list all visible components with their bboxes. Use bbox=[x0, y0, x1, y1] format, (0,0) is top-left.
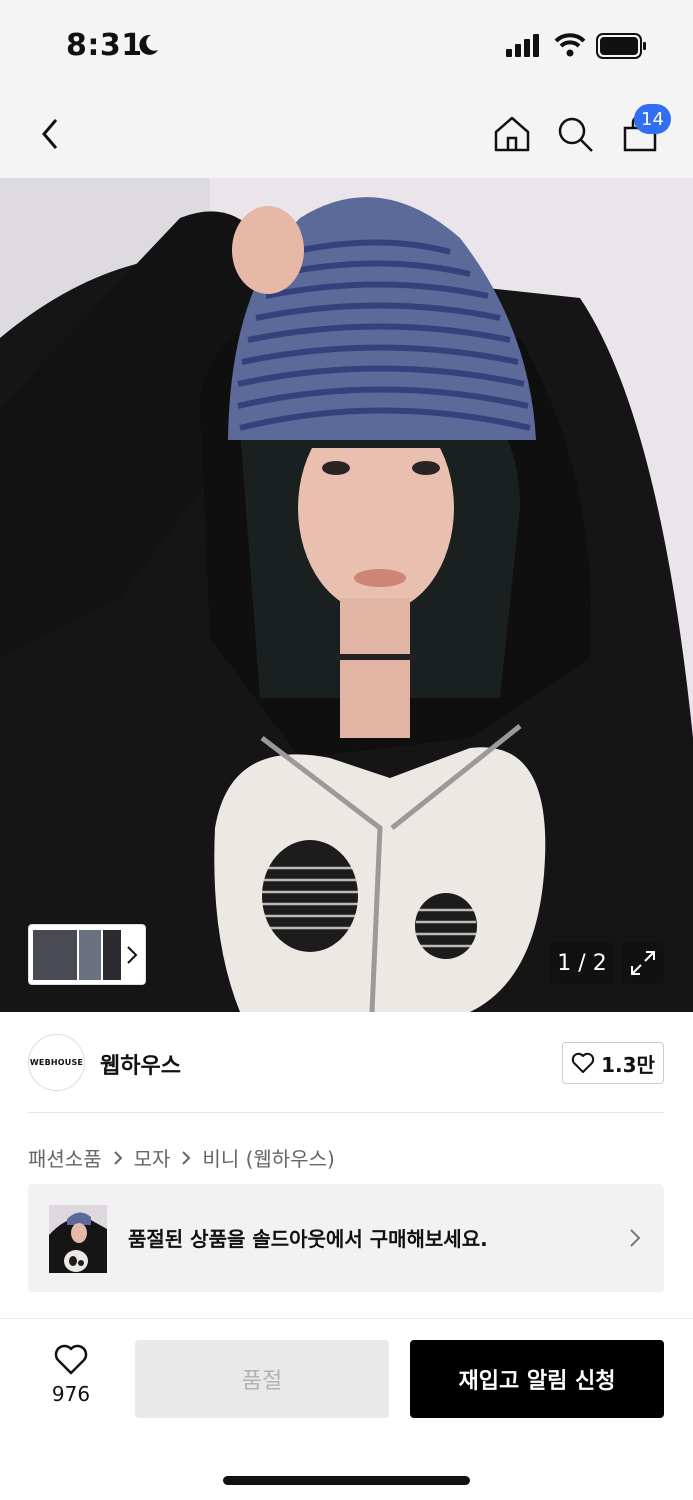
breadcrumb: 패션소품 모자 비니 (웹하우스) bbox=[28, 1143, 335, 1172]
chevron-left-icon bbox=[42, 119, 58, 149]
brand-row[interactable]: WEBHOUSE 웹하우스 1.3만 bbox=[28, 1034, 664, 1094]
heart-icon bbox=[54, 1344, 88, 1375]
chevron-right-icon bbox=[630, 1229, 641, 1247]
expand-icon bbox=[631, 951, 655, 975]
chevron-right-icon bbox=[182, 1150, 191, 1165]
cart-count-badge: 14 bbox=[634, 104, 671, 134]
chevron-right-icon bbox=[127, 946, 138, 964]
brand-like-button[interactable]: 1.3만 bbox=[562, 1042, 664, 1084]
home-indicator[interactable] bbox=[223, 1476, 470, 1485]
thumbnail-image[interactable] bbox=[103, 930, 121, 980]
status-time: 8:31 bbox=[66, 28, 143, 63]
thumbnail-strip[interactable] bbox=[28, 924, 146, 985]
soldout-banner[interactable]: 품절된 상품을 솔드아웃에서 구매해보세요. bbox=[28, 1184, 664, 1292]
wishlist-count: 976 bbox=[51, 1382, 91, 1406]
brand-like-count: 1.3만 bbox=[601, 1052, 655, 1077]
brand-name[interactable]: 웹하우스 bbox=[100, 1048, 181, 1080]
image-page-indicator: 1 / 2 bbox=[549, 942, 615, 984]
soldout-banner-text: 품절된 상품을 솔드아웃에서 구매해보세요. bbox=[128, 1227, 488, 1251]
breadcrumb-item-current[interactable]: 비니 (웹하우스) bbox=[202, 1143, 334, 1172]
home-button[interactable] bbox=[486, 108, 538, 160]
moon-icon bbox=[139, 34, 158, 55]
product-photo bbox=[0, 178, 693, 1012]
search-button[interactable] bbox=[549, 108, 601, 160]
divider bbox=[0, 1318, 693, 1319]
soldout-button: 품절 bbox=[135, 1340, 389, 1418]
breadcrumb-item-category[interactable]: 패션소품 bbox=[28, 1143, 102, 1172]
chevron-right-icon bbox=[113, 1150, 123, 1165]
back-button[interactable] bbox=[24, 108, 76, 160]
restock-alert-button[interactable]: 재입고 알림 신청 bbox=[410, 1340, 664, 1418]
status-bar: 8:31 bbox=[0, 0, 693, 90]
battery-icon bbox=[596, 33, 646, 59]
breadcrumb-item-subcategory[interactable]: 모자 bbox=[134, 1143, 171, 1172]
brand-logo[interactable]: WEBHOUSE bbox=[28, 1034, 85, 1091]
heart-icon bbox=[571, 1052, 595, 1073]
search-icon bbox=[558, 117, 593, 152]
thumbnail-image[interactable] bbox=[33, 930, 77, 980]
product-image[interactable] bbox=[0, 178, 693, 1012]
nav-bar bbox=[0, 90, 693, 178]
soldout-thumbnail bbox=[49, 1205, 107, 1273]
divider bbox=[28, 1112, 664, 1113]
wifi-icon bbox=[554, 33, 586, 57]
signal-icon bbox=[506, 34, 539, 57]
expand-image-button[interactable] bbox=[622, 942, 664, 984]
thumbnail-image[interactable] bbox=[79, 930, 101, 980]
home-icon bbox=[494, 116, 530, 152]
wishlist-button[interactable]: 976 bbox=[44, 1344, 98, 1406]
